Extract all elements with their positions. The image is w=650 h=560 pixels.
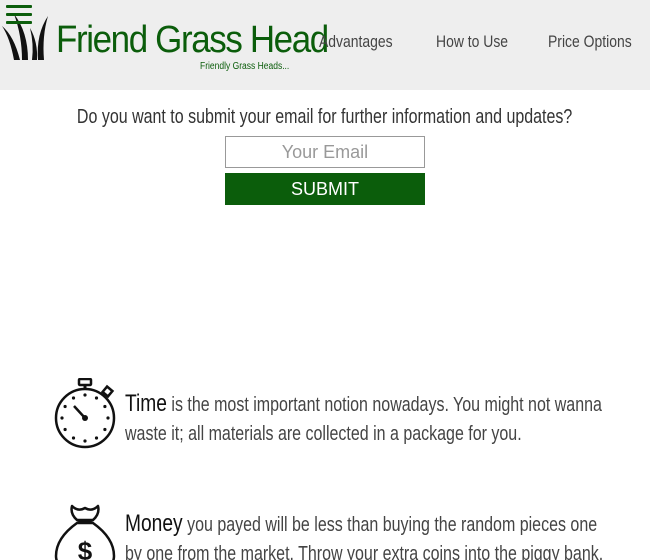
feature-money-text: you payed will be less than buying the r… [125, 514, 604, 560]
feature-money: Money you payed will be less than buying… [125, 509, 605, 560]
nav-link-how-to-use[interactable]: How to Use [436, 30, 508, 54]
stopwatch-icon [54, 378, 116, 449]
feature-time-text: is the most important notion nowadays. Y… [125, 394, 602, 445]
svg-text:$: $ [78, 536, 93, 560]
nav-link-advantages[interactable]: Advantages [319, 30, 393, 54]
nav-link-price-options[interactable]: Price Options [548, 30, 632, 54]
menu-hamburger-icon[interactable] [6, 4, 32, 26]
subscribe-prompt: Do you want to submit your email for fur… [0, 104, 650, 130]
money-bag-icon: $ [54, 504, 116, 560]
email-input[interactable] [225, 136, 425, 168]
subscribe-prompt-text: Do you want to submit your email for fur… [77, 106, 573, 128]
page: Friend Grass Head Friendly Grass Heads..… [0, 0, 650, 560]
brand-title[interactable]: Friend Grass Head [56, 17, 329, 63]
brand-tagline: Friendly Grass Heads... [200, 61, 290, 72]
submit-button[interactable]: SUBMIT [225, 173, 425, 205]
site-header: Friend Grass Head Friendly Grass Heads..… [0, 0, 650, 90]
feature-time-title: Time [125, 390, 167, 417]
feature-time: Time is the most important notion nowada… [125, 389, 605, 449]
feature-money-title: Money [125, 510, 183, 537]
